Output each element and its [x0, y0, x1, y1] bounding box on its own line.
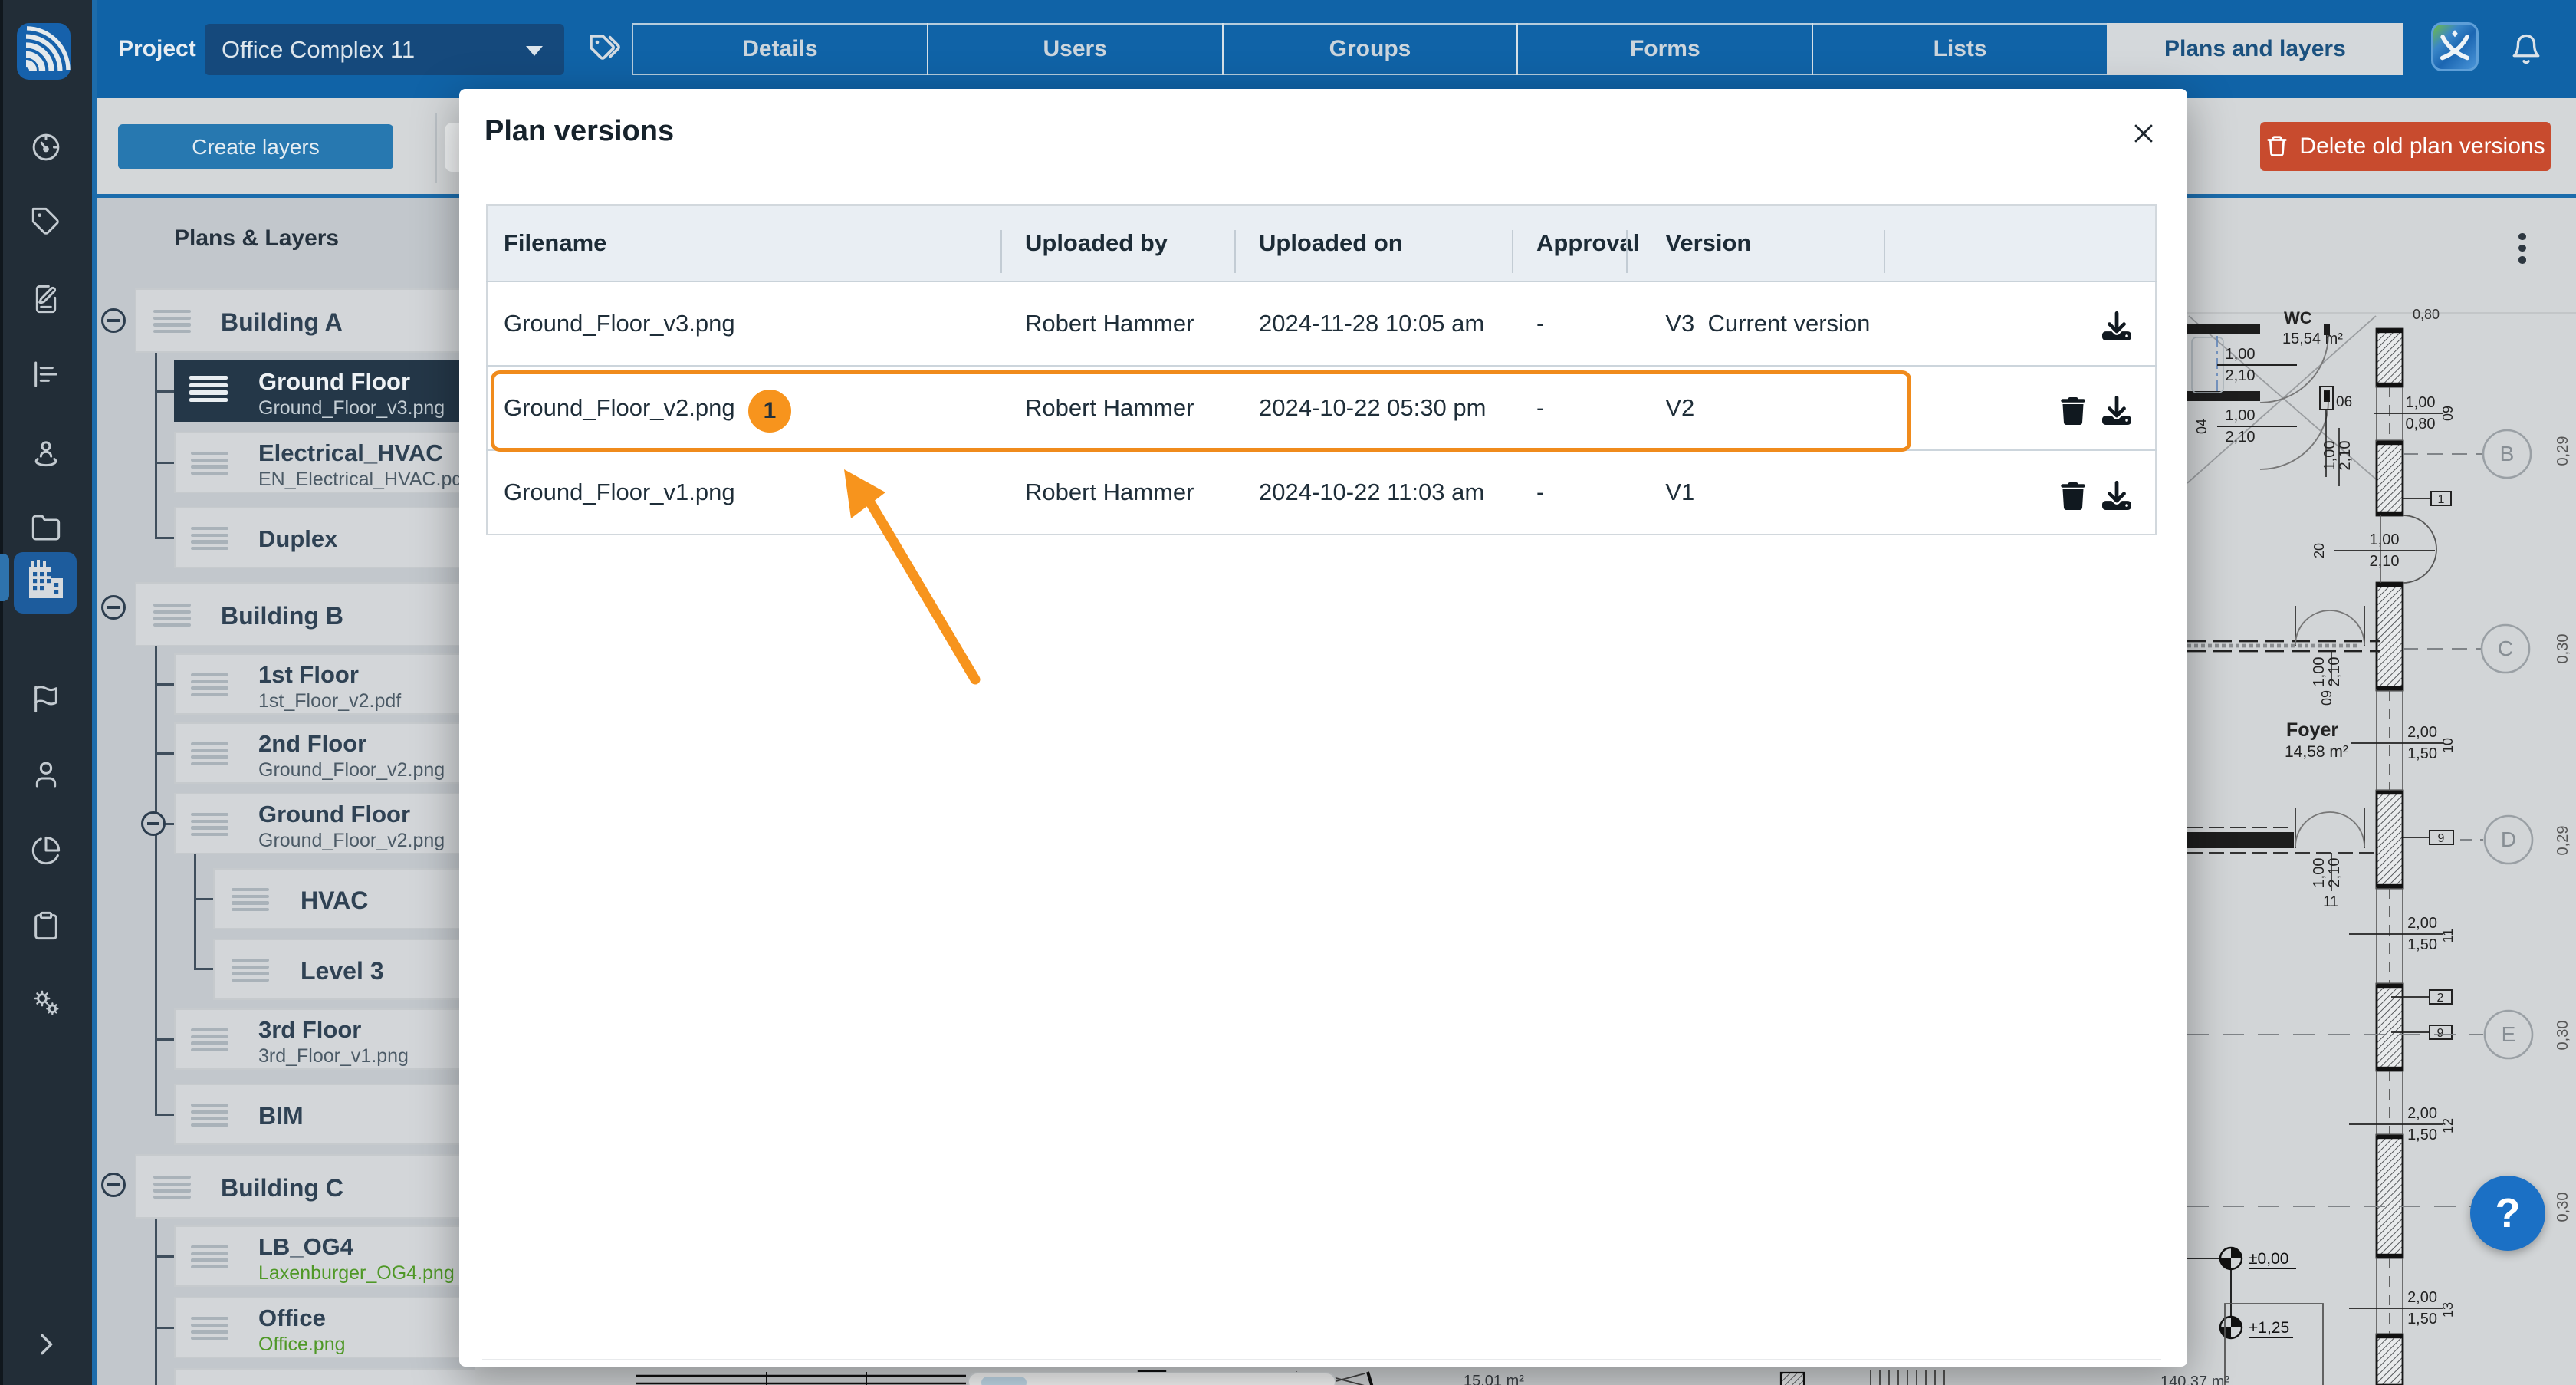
- svg-text:2,00: 2,00: [2407, 724, 2437, 741]
- svg-text:2,00: 2,00: [2407, 915, 2437, 932]
- svg-text:E: E: [2502, 1022, 2516, 1046]
- svg-text:1,00: 1,00: [2370, 531, 2400, 548]
- svg-text:1: 1: [2438, 493, 2445, 506]
- svg-text:9: 9: [2438, 832, 2445, 845]
- svg-text:1,00: 1,00: [2321, 441, 2338, 471]
- svg-text:14,58 m²: 14,58 m²: [2285, 743, 2348, 761]
- svg-text:C: C: [2498, 637, 2513, 660]
- svg-text:D: D: [2501, 827, 2516, 851]
- svg-text:2,00: 2,00: [2407, 1289, 2437, 1306]
- svg-text:2,10: 2,10: [2337, 441, 2354, 471]
- svg-text:1,00: 1,00: [2226, 346, 2256, 363]
- svg-text:2,10: 2,10: [2370, 553, 2400, 570]
- svg-text:0,30: 0,30: [2555, 1021, 2571, 1051]
- svg-text:±0,00: ±0,00: [2249, 1250, 2288, 1268]
- svg-text:Foyer: Foyer: [2286, 719, 2338, 741]
- svg-text:15,01 m²: 15,01 m²: [1464, 1373, 1524, 1385]
- svg-text:2,10: 2,10: [2226, 429, 2256, 446]
- svg-text:0,30: 0,30: [2555, 1193, 2571, 1222]
- svg-text:11: 11: [2440, 929, 2456, 943]
- svg-text:2: 2: [2437, 992, 2444, 1005]
- svg-text:1,50: 1,50: [2407, 1311, 2437, 1327]
- svg-text:06: 06: [2336, 394, 2352, 410]
- svg-text:0,80: 0,80: [2406, 416, 2436, 433]
- svg-text:09: 09: [2319, 690, 2334, 706]
- svg-text:B: B: [2500, 442, 2515, 466]
- svg-text:0,30: 0,30: [2555, 634, 2571, 664]
- svg-text:WC: WC: [2284, 308, 2312, 327]
- svg-text:2,10: 2,10: [2326, 858, 2343, 888]
- svg-text:2,00: 2,00: [2407, 1105, 2437, 1122]
- svg-text:15,54 m²: 15,54 m²: [2282, 331, 2343, 347]
- svg-text:1,00: 1,00: [2311, 657, 2328, 687]
- svg-text:13: 13: [2440, 1302, 2456, 1318]
- svg-text:1,00: 1,00: [2406, 394, 2436, 411]
- svg-text:1,50: 1,50: [2407, 745, 2437, 762]
- svg-text:9: 9: [2437, 1027, 2444, 1040]
- svg-text:04: 04: [2194, 419, 2210, 434]
- svg-text:0,29: 0,29: [2555, 436, 2571, 466]
- svg-text:1,50: 1,50: [2407, 936, 2437, 953]
- svg-text:0,80: 0,80: [2413, 307, 2440, 322]
- svg-text:2,10: 2,10: [2226, 367, 2256, 384]
- svg-text:09: 09: [2440, 406, 2456, 421]
- svg-text:20: 20: [2312, 543, 2327, 558]
- svg-text:10: 10: [2440, 738, 2456, 753]
- svg-text:2,10: 2,10: [2326, 657, 2343, 687]
- svg-text:1,50: 1,50: [2407, 1127, 2437, 1143]
- svg-text:0,29: 0,29: [2555, 826, 2571, 856]
- svg-text:11: 11: [2323, 894, 2338, 910]
- svg-text:1,00: 1,00: [2311, 858, 2328, 888]
- svg-text:12: 12: [2440, 1118, 2456, 1133]
- svg-text:1,00: 1,00: [2226, 407, 2256, 424]
- svg-text:+1,25: +1,25: [2249, 1319, 2289, 1337]
- svg-text:140,37 m²: 140,37 m²: [2160, 1373, 2229, 1385]
